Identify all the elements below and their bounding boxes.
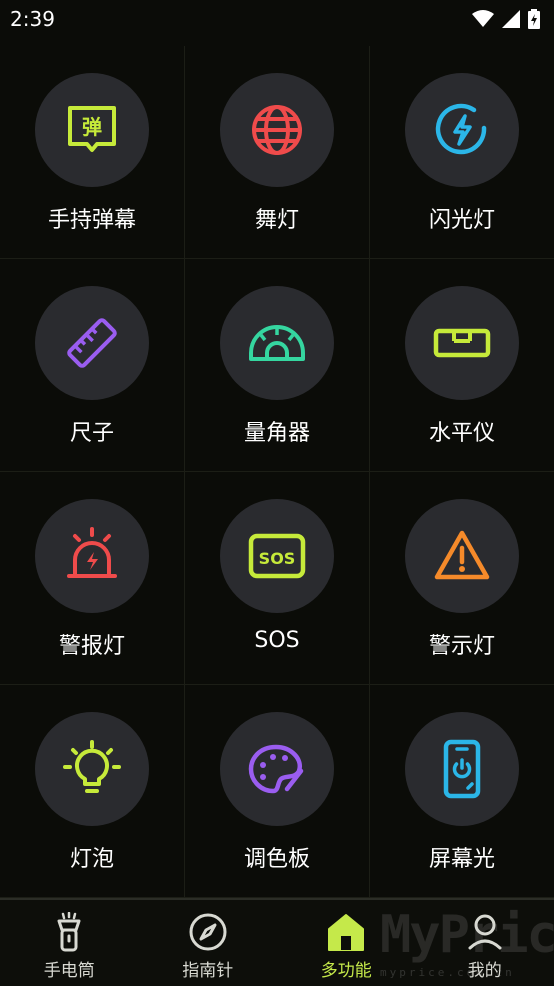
feature-flash-circle — [405, 73, 519, 187]
feature-screen-light-circle — [405, 712, 519, 826]
tab-compass[interactable]: 指南针 — [139, 900, 278, 986]
flashlight-icon — [49, 912, 89, 952]
feature-label: 尺子 — [0, 415, 184, 447]
compass-icon — [188, 912, 228, 952]
tab-label: 指南针 — [139, 956, 278, 981]
spirit-level-icon — [432, 315, 492, 371]
disco-ball-icon — [249, 102, 305, 158]
feature-danmaku-circle: 弹 — [35, 73, 149, 187]
home-icon — [326, 912, 366, 952]
feature-warning-circle — [405, 499, 519, 613]
feature-protractor[interactable]: 量角器 — [185, 259, 370, 472]
feature-palette[interactable]: 调色板 — [185, 685, 370, 898]
feature-alarm-circle — [35, 499, 149, 613]
feature-disco[interactable]: 舞灯 — [185, 46, 370, 259]
sos-icon: SOS — [247, 528, 307, 584]
tab-flashlight[interactable]: 手电筒 — [0, 900, 139, 986]
feature-sos[interactable]: SOS SOS — [185, 472, 370, 685]
feature-label: 调色板 — [185, 841, 369, 873]
feature-screen-light[interactable]: 屏幕光 — [370, 685, 554, 898]
alarm-light-icon — [62, 526, 122, 586]
watermark-url: myprice.com.cn — [380, 966, 515, 979]
danmaku-icon: 弹 — [64, 102, 120, 158]
feature-flash[interactable]: 闪光灯 — [370, 46, 554, 259]
ruler-icon — [64, 315, 120, 371]
feature-label: 手持弹幕 — [0, 202, 184, 234]
feature-level[interactable]: 水平仪 — [370, 259, 554, 472]
feature-grid: 弹 手持弹幕 舞灯 闪光灯 — [0, 46, 554, 898]
feature-palette-circle — [220, 712, 334, 826]
feature-protractor-circle — [220, 286, 334, 400]
feature-label: 屏幕光 — [370, 841, 554, 873]
status-icons — [472, 9, 540, 29]
feature-label: SOS — [185, 628, 369, 653]
feature-danmaku[interactable]: 弹 手持弹幕 — [0, 46, 185, 259]
feature-ruler[interactable]: 尺子 — [0, 259, 185, 472]
lightbulb-icon — [62, 739, 122, 799]
wifi-icon — [472, 10, 494, 28]
feature-label: 水平仪 — [370, 415, 554, 447]
feature-disco-circle — [220, 73, 334, 187]
palette-icon — [247, 741, 307, 797]
watermark-logo: MyPrice — [380, 905, 554, 965]
feature-label: 警示灯 — [370, 628, 554, 660]
feature-label: 闪光灯 — [370, 202, 554, 234]
feature-ruler-circle — [35, 286, 149, 400]
feature-alarm[interactable]: 警报灯 — [0, 472, 185, 685]
feature-level-circle — [405, 286, 519, 400]
protractor-icon — [247, 315, 307, 371]
flash-icon — [434, 102, 490, 158]
status-time: 2:39 — [10, 7, 55, 31]
sos-glyph: SOS — [259, 549, 296, 568]
feature-warning[interactable]: 警示灯 — [370, 472, 554, 685]
status-bar: 2:39 — [0, 0, 554, 38]
tab-label: 手电筒 — [0, 956, 139, 981]
battery-icon — [528, 9, 540, 29]
feature-bulb[interactable]: 灯泡 — [0, 685, 185, 898]
feature-label: 警报灯 — [0, 628, 184, 660]
feature-label: 灯泡 — [0, 841, 184, 873]
feature-sos-circle: SOS — [220, 499, 334, 613]
signal-icon — [502, 10, 520, 28]
danmaku-glyph: 弹 — [82, 115, 102, 139]
screen-light-icon — [434, 739, 490, 799]
feature-label: 舞灯 — [185, 202, 369, 234]
warning-icon — [434, 528, 490, 584]
feature-label: 量角器 — [185, 415, 369, 447]
feature-bulb-circle — [35, 712, 149, 826]
